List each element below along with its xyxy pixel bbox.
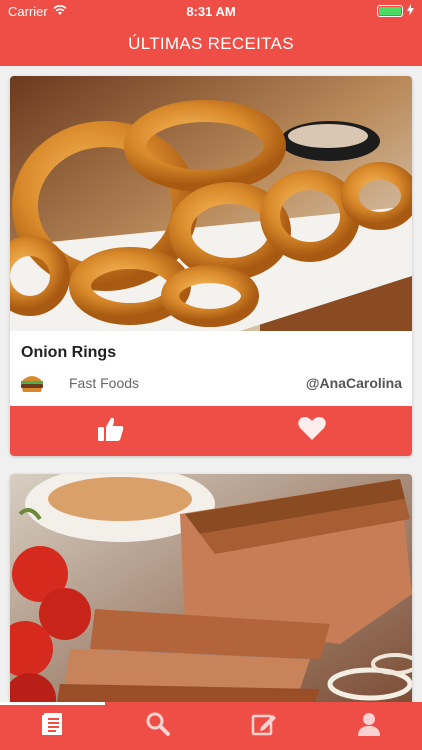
recipe-feed[interactable]: Onion Rings Fast Foods @AnaCarolina [0,66,422,702]
recipe-category[interactable]: Fast Foods [69,375,139,391]
recipe-author[interactable]: @AnaCarolina [306,375,402,391]
favorite-button[interactable] [211,406,412,456]
recipe-card[interactable]: Onion Rings Fast Foods @AnaCarolina [10,76,412,456]
recipe-photo[interactable] [10,474,412,702]
navigation-bar: ÚLTIMAS RECEITAS [0,22,422,66]
thumbs-up-icon [97,416,125,447]
recipe-title[interactable]: Onion Rings [21,344,116,362]
tab-bar [0,702,422,750]
profile-icon [356,711,382,742]
carrier-label: Carrier [8,3,48,19]
recipe-info[interactable]: Onion Rings Fast Foods @AnaCarolina [10,331,412,406]
recipe-photo-onion-rings[interactable] [10,76,412,331]
battery-icon [377,5,403,17]
status-left: Carrier [8,4,67,19]
tab-search[interactable] [106,702,212,750]
recipes-list-icon [40,711,66,742]
tab-profile[interactable] [317,702,422,750]
page-title: ÚLTIMAS RECEITAS [128,34,294,53]
recipe-card[interactable] [10,474,412,702]
search-icon [145,711,171,742]
like-button[interactable] [10,406,211,456]
charging-icon [407,3,414,19]
status-right [377,3,414,19]
status-bar: Carrier 8:31 AM [0,0,422,22]
hamburger-icon [20,373,44,393]
tab-recipes[interactable] [0,702,106,750]
edit-icon [251,711,277,742]
wifi-icon [53,4,67,19]
heart-icon [297,416,326,446]
tab-new-recipe[interactable] [211,702,317,750]
recipe-actions [10,406,412,456]
